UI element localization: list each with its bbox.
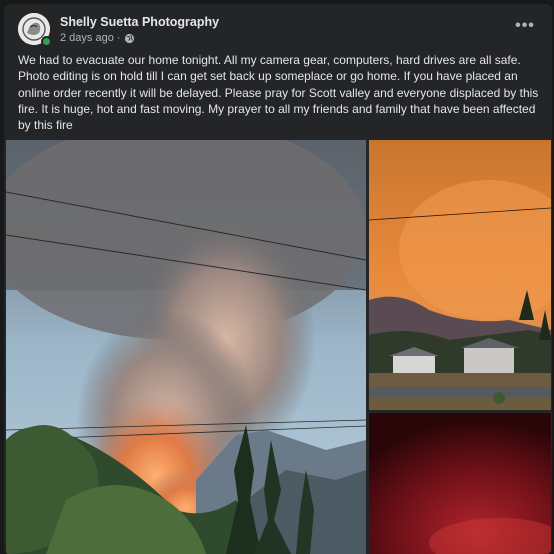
orange-sky-houses-photo[interactable] xyxy=(369,140,551,410)
fire-smoke-plume-image xyxy=(6,140,366,554)
meta-separator: · xyxy=(116,32,121,44)
globe-icon xyxy=(124,33,134,43)
fire-smoke-plume-photo[interactable] xyxy=(6,140,366,554)
red-glow-night-image xyxy=(369,413,551,554)
facebook-post: Shelly Suetta Photography 2 days ago · •… xyxy=(4,4,552,554)
red-glow-night-photo[interactable] xyxy=(369,413,551,554)
author-name[interactable]: Shelly Suetta Photography xyxy=(60,15,219,29)
orange-sky-houses-image xyxy=(369,140,551,410)
post-text: We had to evacuate our home tonight. All… xyxy=(18,53,539,133)
post-timestamp[interactable]: 2 days ago xyxy=(60,32,114,44)
more-options-icon[interactable]: ••• xyxy=(512,18,538,39)
post-meta: 2 days ago · xyxy=(60,32,135,44)
post-header: Shelly Suetta Photography 2 days ago · •… xyxy=(18,13,538,51)
online-status-dot xyxy=(41,36,52,47)
photo-grid xyxy=(6,140,552,554)
